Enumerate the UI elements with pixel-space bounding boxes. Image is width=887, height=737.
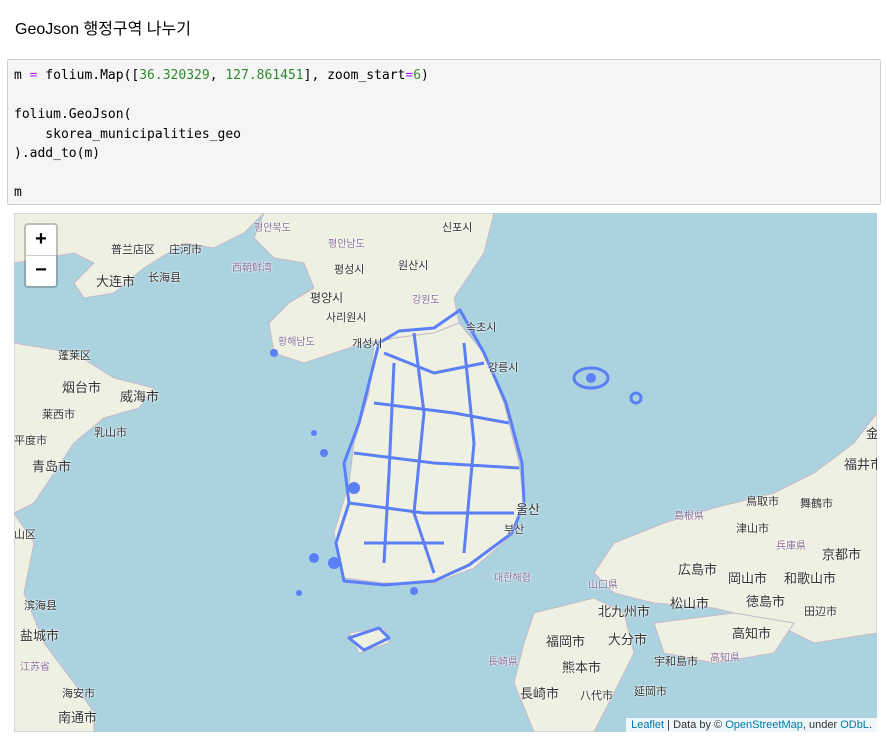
zoom-control: + − (24, 223, 58, 288)
map-label: 평성시 (334, 264, 365, 276)
code-number: 6 (413, 68, 422, 83)
map-label: 乳山市 (94, 427, 127, 439)
map-label: 金 (866, 426, 877, 441)
map-label: 兵庫県 (776, 541, 806, 552)
map-label: 舞鶴市 (800, 498, 833, 510)
map-label: 신포시 (442, 222, 473, 234)
code-text: ).add_to(m) (14, 146, 101, 161)
map-label: 莱西市 (42, 409, 75, 421)
code-text: folium.Map([ (37, 68, 140, 83)
leaflet-map[interactable]: + − 평안북도 신포시 普兰店区 庄河市 평안남도 원산시 大连市 长海县 평… (14, 213, 877, 732)
map-label: 烟台市 (62, 380, 102, 395)
map-label: 延岡市 (634, 686, 667, 698)
map-label: 大连市 (96, 274, 136, 289)
map-label: 평안남도 (328, 239, 365, 250)
map-label: 熊本市 (562, 660, 602, 675)
map-label: 长海县 (148, 272, 181, 284)
map-label: 平度市 (14, 435, 47, 447)
map-label: 青岛市 (32, 459, 72, 474)
map-label: 田辺市 (804, 606, 837, 618)
map-label: 福岡市 (546, 634, 586, 649)
code-text: m (14, 68, 30, 83)
map-label: 威海市 (120, 389, 160, 404)
code-text: skorea_municipalities_geo (14, 126, 241, 142)
map-label: 蓬莱区 (58, 350, 91, 362)
map-label: 岡山市 (728, 571, 768, 586)
attribution-text: . (868, 719, 872, 731)
map-label: 개성시 (352, 338, 383, 350)
map-label: 普兰店区 (111, 244, 155, 256)
map-label: 松山市 (670, 596, 710, 611)
attribution-text: , under (802, 719, 841, 731)
dokdo-boundary (629, 391, 643, 405)
map-label: 부산 (504, 524, 525, 536)
map-label: 島根県 (674, 511, 704, 522)
code-text: folium.GeoJson( (14, 107, 132, 122)
attribution-text: | Data by © (664, 719, 726, 731)
map-label: 八代市 (580, 690, 613, 702)
map-label: 京都市 (822, 547, 862, 562)
map-label: 대한해협 (494, 573, 531, 584)
map-label: 황해남도 (278, 337, 315, 348)
map-label: 南通市 (58, 710, 98, 725)
map-label: 高知市 (732, 626, 772, 641)
map-label: 長崎市 (520, 686, 560, 701)
code-cell[interactable]: m = folium.Map([36.320329, 127.861451], … (7, 59, 881, 205)
zoom-in-button[interactable]: + (26, 225, 56, 256)
map-label: 海安市 (62, 688, 95, 700)
map-label: 福井市 (844, 457, 877, 472)
map-label: 강릉시 (488, 362, 519, 374)
map-label: 鳥取市 (746, 496, 779, 508)
map-attribution: Leaflet | Data by © OpenStreetMap, under… (626, 718, 877, 732)
leaflet-link[interactable]: Leaflet (631, 719, 664, 731)
map-label: 徳島市 (746, 594, 786, 609)
map-label: 西朝鲜湾 (232, 263, 272, 274)
map-label: 울산 (516, 502, 540, 517)
map-label: 속초시 (466, 322, 497, 334)
code-text: , (209, 68, 226, 83)
map-label: 盐城市 (20, 628, 60, 643)
basemap-tiles (14, 213, 877, 732)
map-label: 평안북도 (254, 223, 291, 234)
map-label: 長崎県 (488, 657, 518, 668)
map-label: 山口県 (588, 580, 618, 591)
map-label: 滨海县 (24, 600, 57, 612)
map-label: 津山市 (736, 523, 769, 535)
code-number: 127.861451 (225, 68, 304, 83)
map-label: 원산시 (398, 260, 429, 272)
map-label: 庄河市 (169, 244, 202, 256)
code-text: m (14, 185, 22, 200)
map-label: 高知県 (710, 653, 740, 664)
map-label: 사리원시 (326, 312, 367, 324)
map-label: 広島市 (678, 562, 718, 577)
map-label: 평양시 (310, 291, 344, 305)
zoom-out-button[interactable]: − (26, 256, 56, 286)
code-text: ) (421, 68, 429, 83)
code-number: 36.320329 (139, 68, 210, 83)
markdown-heading: GeoJson 행정구역 나누기 (15, 21, 191, 38)
odbl-link[interactable]: ODbL (840, 719, 869, 731)
shandong-land (14, 342, 155, 514)
openstreetmap-link[interactable]: OpenStreetMap (725, 719, 803, 731)
map-label: 北九州市 (598, 604, 651, 619)
map-label: 宇和島市 (654, 656, 698, 668)
map-label: 大分市 (608, 632, 648, 647)
map-label: 山区 (14, 529, 36, 541)
map-label: 江苏省 (20, 662, 50, 673)
code-text: ], zoom_start (303, 68, 406, 83)
map-label: 和歌山市 (784, 571, 837, 586)
map-label: 강원도 (412, 295, 440, 306)
